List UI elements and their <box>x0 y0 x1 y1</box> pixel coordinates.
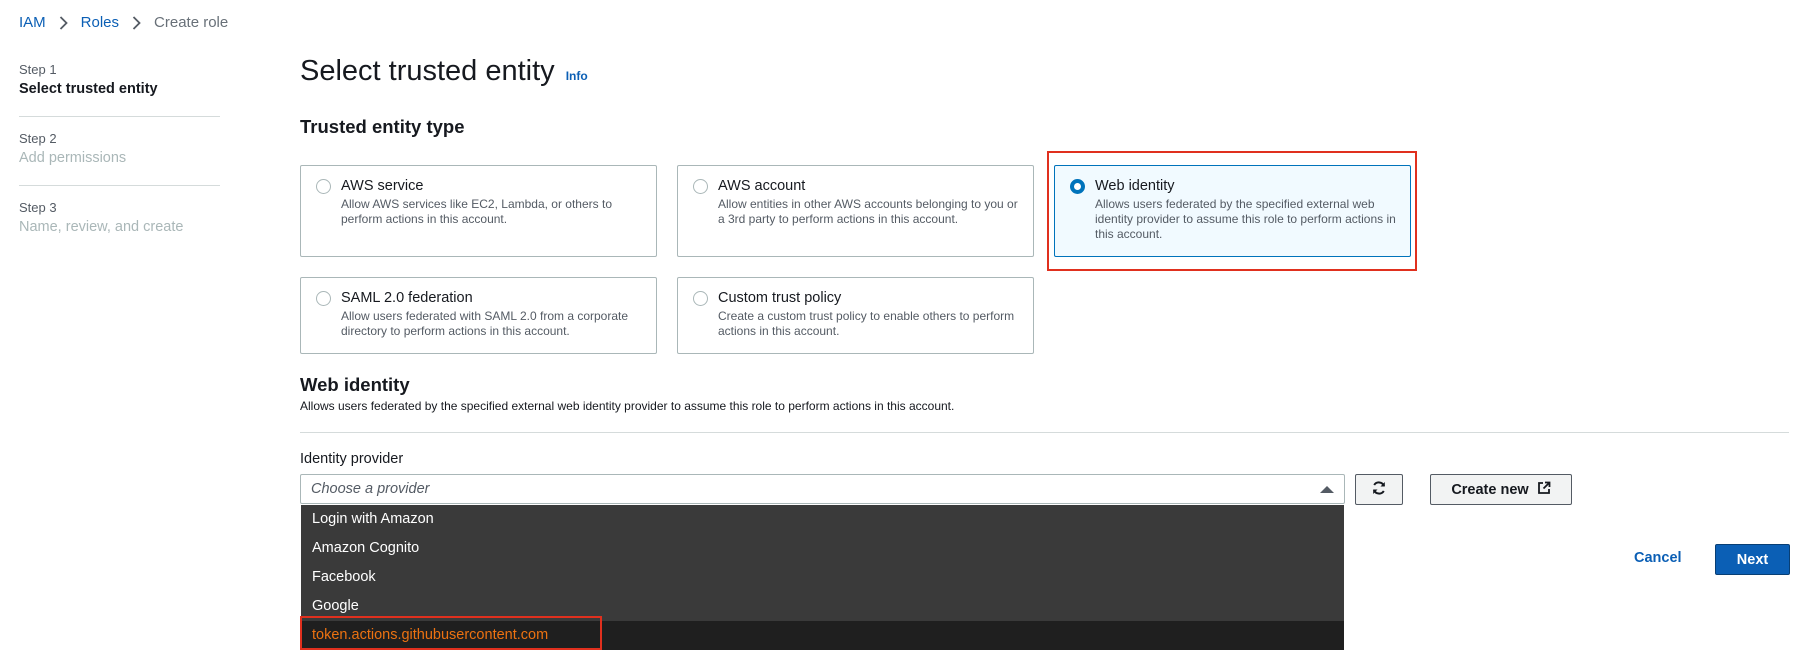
identity-provider-select[interactable]: Choose a provider <box>300 474 1345 504</box>
tile-description: Allow entities in other AWS accounts bel… <box>718 197 1018 226</box>
tile-description: Create a custom trust policy to enable o… <box>718 309 1015 338</box>
radio-aws-service[interactable] <box>316 179 331 194</box>
refresh-icon <box>1371 480 1387 499</box>
tile-aws-service[interactable]: AWS service Allow AWS services like EC2,… <box>300 165 657 257</box>
cancel-button[interactable]: Cancel <box>1634 550 1682 566</box>
dropdown-option-facebook[interactable]: Facebook <box>301 563 1344 592</box>
breadcrumb-link-roles[interactable]: Roles <box>81 14 119 31</box>
tile-aws-account[interactable]: AWS account Allow entities in other AWS … <box>677 165 1034 257</box>
step-1: Step 1 Select trusted entity <box>19 62 220 117</box>
step-3: Step 3 Name, review, and create <box>19 200 220 254</box>
divider <box>300 432 1789 433</box>
step-2: Step 2 Add permissions <box>19 131 220 186</box>
refresh-button[interactable] <box>1355 474 1403 505</box>
step-title-select-trusted-entity: Select trusted entity <box>19 81 158 97</box>
radio-custom-trust-policy[interactable] <box>693 291 708 306</box>
next-button[interactable]: Next <box>1715 544 1790 575</box>
web-identity-description: Allows users federated by the specified … <box>300 399 955 413</box>
tile-title: Web identity <box>1095 178 1175 194</box>
create-new-provider-button[interactable]: Create new <box>1430 474 1572 505</box>
tile-saml-federation[interactable]: SAML 2.0 federation Allow users federate… <box>300 277 657 354</box>
radio-aws-account[interactable] <box>693 179 708 194</box>
tile-title: Custom trust policy <box>718 290 842 306</box>
step-title-add-permissions: Add permissions <box>19 150 127 166</box>
breadcrumb-link-iam[interactable]: IAM <box>19 14 46 31</box>
page-title-text: Select trusted entity <box>300 55 555 87</box>
tile-custom-trust-policy[interactable]: Custom trust policy Create a custom trus… <box>677 277 1034 354</box>
web-identity-heading: Web identity <box>300 374 410 395</box>
identity-provider-placeholder: Choose a provider <box>311 481 430 497</box>
radio-web-identity[interactable] <box>1070 179 1085 194</box>
tile-description: Allows users federated by the specified … <box>1095 197 1396 241</box>
step-title-name-review-create: Name, review, and create <box>19 219 184 235</box>
wizard-steps: Step 1 Select trusted entity Step 2 Add … <box>19 62 220 268</box>
chevron-right-icon <box>59 15 68 30</box>
step-number: Step 1 <box>19 62 57 77</box>
breadcrumb: IAM Roles Create role <box>19 14 228 31</box>
breadcrumb-current: Create role <box>154 14 229 31</box>
tile-title: SAML 2.0 federation <box>341 290 473 306</box>
step-number: Step 3 <box>19 200 57 215</box>
radio-saml-federation[interactable] <box>316 291 331 306</box>
trusted-entity-type-heading: Trusted entity type <box>300 116 465 137</box>
tile-web-identity[interactable]: Web identity Allows users federated by t… <box>1054 165 1411 257</box>
dropdown-option-github-actions[interactable]: token.actions.githubusercontent.com <box>301 621 1344 650</box>
identity-provider-label: Identity provider <box>300 451 404 467</box>
caret-up-icon <box>1320 486 1334 493</box>
tile-title: AWS service <box>341 178 424 194</box>
create-new-label: Create new <box>1451 481 1529 498</box>
identity-provider-dropdown: Login with Amazon Amazon Cognito Faceboo… <box>301 505 1344 650</box>
dropdown-option-login-with-amazon[interactable]: Login with Amazon <box>301 505 1344 534</box>
tile-description: Allow users federated with SAML 2.0 from… <box>341 309 629 338</box>
external-link-icon <box>1529 481 1551 499</box>
tile-title: AWS account <box>718 178 806 194</box>
page-title: Select trusted entity Info <box>300 55 588 88</box>
step-number: Step 2 <box>19 131 57 146</box>
dropdown-option-google[interactable]: Google <box>301 592 1344 621</box>
chevron-right-icon <box>132 15 141 30</box>
tile-description: Allow AWS services like EC2, Lambda, or … <box>341 197 612 226</box>
info-link[interactable]: Info <box>566 69 588 83</box>
dropdown-option-amazon-cognito[interactable]: Amazon Cognito <box>301 534 1344 563</box>
